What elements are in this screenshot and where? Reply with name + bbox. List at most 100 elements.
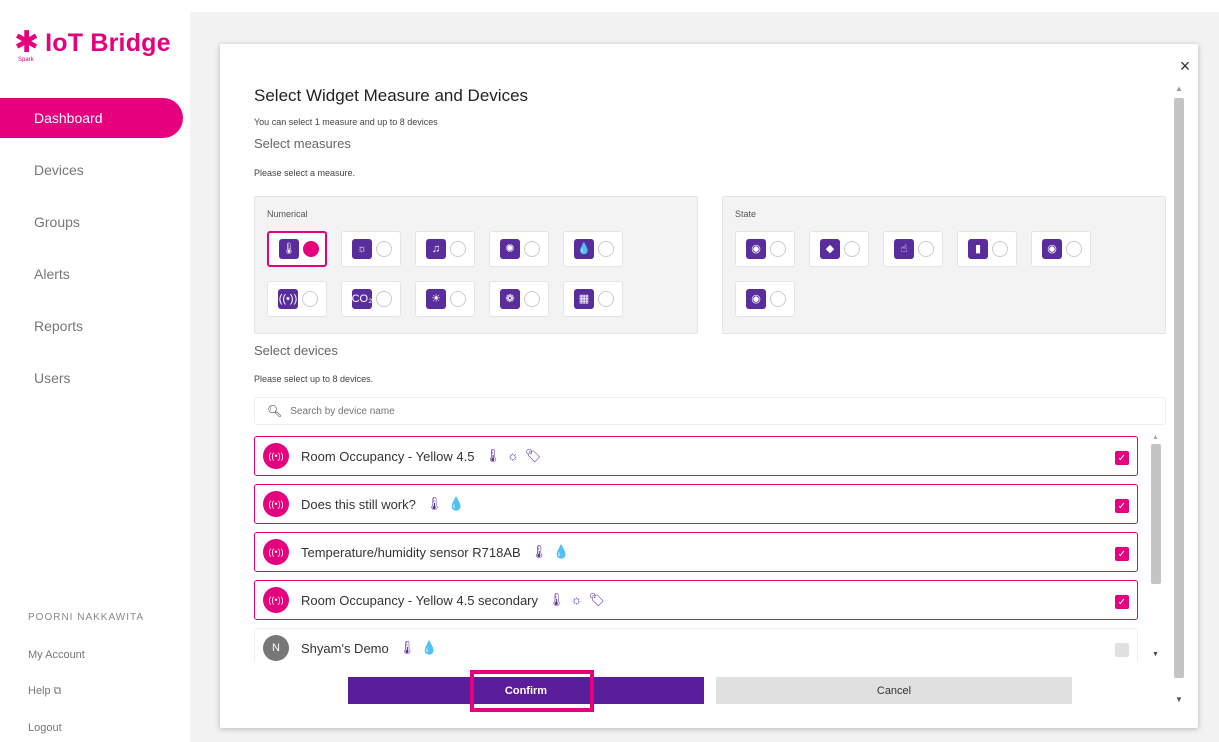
humidity-icon: 💧 <box>574 239 594 259</box>
measure-pressure[interactable]: ▦ <box>563 281 623 317</box>
logout-link[interactable]: Logout <box>28 722 144 734</box>
occupancy-sensor-icon: ((•)) <box>263 587 289 613</box>
sidebar-nav: Dashboard Devices Groups Alerts Reports … <box>0 98 190 410</box>
measure-radio[interactable] <box>844 241 860 257</box>
scroll-up-icon[interactable]: ▲ <box>1152 434 1159 441</box>
device-checkbox[interactable]: ✓ <box>1115 547 1129 561</box>
confirm-button[interactable]: Confirm <box>348 677 704 704</box>
cancel-button[interactable]: Cancel <box>716 677 1072 704</box>
device-checkbox[interactable]: ✓ <box>1115 451 1129 465</box>
thermometer-icon: 🌡 <box>530 544 548 559</box>
measure-toggle-alt[interactable]: ◉ <box>735 281 795 317</box>
measure-air-quality[interactable]: ❁ <box>489 281 549 317</box>
measure-radio[interactable] <box>770 291 786 307</box>
measure-occupancy[interactable]: ((•)) <box>267 281 327 317</box>
sidebar-item-groups[interactable]: Groups <box>0 202 190 242</box>
measure-tag[interactable]: ◆ <box>809 231 869 267</box>
measures-hint: Please select a measure. <box>254 168 356 178</box>
measure-brightness[interactable]: ✺ <box>489 231 549 267</box>
thermometer-icon: 🌡 <box>398 640 416 655</box>
scroll-thumb[interactable] <box>1174 98 1184 678</box>
scroll-down-icon[interactable]: ▼ <box>1152 651 1159 658</box>
device-name: Room Occupancy - Yellow 4.5 <box>301 448 475 464</box>
light-icon: ☼ <box>352 239 372 259</box>
measure-radio[interactable] <box>598 291 614 307</box>
devices-label: Select devices <box>254 343 338 358</box>
sidebar-footer: POORNI NAKKAWITA My Account Help ⧉ Logou… <box>28 612 144 742</box>
measure-co2[interactable]: CO₂ <box>341 281 401 317</box>
measure-thermometer[interactable]: 🌡 <box>267 231 327 267</box>
sidebar-item-reports[interactable]: Reports <box>0 306 190 346</box>
measure-switch[interactable]: ◉ <box>1031 231 1091 267</box>
state-measures-box: State ◉ ◆ ☝ ▮ ◉ ◉ <box>722 196 1166 334</box>
scroll-up-icon[interactable]: ▲ <box>1175 84 1183 93</box>
measure-radio[interactable] <box>992 241 1008 257</box>
device-row[interactable]: N Shyam's Demo 🌡 💧 <box>254 628 1138 662</box>
device-checkbox[interactable] <box>1115 643 1129 657</box>
brightness-icon: ✺ <box>500 239 520 259</box>
measure-radio[interactable] <box>450 291 466 307</box>
measure-door[interactable]: ▮ <box>957 231 1017 267</box>
search-input[interactable] <box>290 405 1151 417</box>
device-checkbox[interactable]: ✓ <box>1115 595 1129 609</box>
device-row[interactable]: ((•)) Room Occupancy - Yellow 4.5 second… <box>254 580 1138 620</box>
toggle-icon: ◉ <box>746 239 766 259</box>
device-row[interactable]: ((•)) Does this still work? 🌡 💧 ✓ <box>254 484 1138 524</box>
measure-lux[interactable]: ☀ <box>415 281 475 317</box>
device-list: ((•)) Room Occupancy - Yellow 4.5 🌡 ☼ 🏷 … <box>254 434 1166 662</box>
close-icon[interactable]: × <box>1176 56 1194 77</box>
thermometer-icon: 🌡 <box>279 239 299 259</box>
modal-scrollbar[interactable]: ▲ ▼ <box>1172 84 1186 704</box>
scroll-thumb[interactable] <box>1151 444 1161 584</box>
app-logo[interactable]: ✱ IoT Bridge <box>14 28 171 58</box>
measure-touch[interactable]: ☝ <box>883 231 943 267</box>
measure-radio[interactable] <box>376 291 392 307</box>
measure-radio[interactable] <box>303 241 319 257</box>
device-name: Room Occupancy - Yellow 4.5 secondary <box>301 592 539 608</box>
device-measure-icons: 🌡 ☼ 🏷 <box>484 448 541 464</box>
measure-radio[interactable] <box>770 241 786 257</box>
measure-sound[interactable]: ♫ <box>415 231 475 267</box>
device-checkbox[interactable]: ✓ <box>1115 499 1129 513</box>
device-name: Does this still work? <box>301 496 416 512</box>
air-quality-icon: ❁ <box>500 289 520 309</box>
help-link[interactable]: Help ⧉ <box>28 685 144 698</box>
tag-icon: 🏷 <box>588 592 605 607</box>
device-search[interactable]: 🔍︎ <box>254 397 1166 425</box>
measure-radio[interactable] <box>918 241 934 257</box>
measure-light[interactable]: ☼ <box>341 231 401 267</box>
door-icon: ▮ <box>968 239 988 259</box>
scroll-down-icon[interactable]: ▼ <box>1175 695 1183 704</box>
occupancy-icon: ((•)) <box>278 289 298 309</box>
device-row[interactable]: ((•)) Temperature/humidity sensor R718AB… <box>254 532 1138 572</box>
measure-radio[interactable] <box>1066 241 1082 257</box>
measure-radio[interactable] <box>524 291 540 307</box>
thermometer-icon: 🌡 <box>548 592 565 607</box>
tag-icon: ◆ <box>820 239 840 259</box>
device-row[interactable]: ((•)) Room Occupancy - Yellow 4.5 🌡 ☼ 🏷 … <box>254 436 1138 476</box>
occupancy-sensor-icon: ((•)) <box>263 539 289 565</box>
measure-radio[interactable] <box>524 241 540 257</box>
search-icon: 🔍︎ <box>267 404 283 418</box>
occupancy-sensor-icon: ((•)) <box>263 443 289 469</box>
sidebar-item-users[interactable]: Users <box>0 358 190 398</box>
my-account-link[interactable]: My Account <box>28 649 144 661</box>
measure-radio[interactable] <box>450 241 466 257</box>
device-measure-icons: 🌡 💧 <box>399 640 438 656</box>
sidebar-item-dashboard[interactable]: Dashboard <box>0 98 183 138</box>
devices-hint: Please select up to 8 devices. <box>254 374 374 384</box>
measure-radio[interactable] <box>302 291 318 307</box>
numerical-measures-box: Numerical 🌡 ☼ ♫ ✺ 💧 ((•)) CO₂ ☀ ❁ ▦ <box>254 196 698 334</box>
humidity-icon: 💧 <box>553 544 570 559</box>
measures-label: Select measures <box>254 136 351 151</box>
measure-humidity[interactable]: 💧 <box>563 231 623 267</box>
measure-toggle[interactable]: ◉ <box>735 231 795 267</box>
measure-radio[interactable] <box>376 241 392 257</box>
user-name: POORNI NAKKAWITA <box>28 612 145 623</box>
device-brand-icon: N <box>263 635 289 661</box>
measure-radio[interactable] <box>598 241 614 257</box>
sidebar-item-devices[interactable]: Devices <box>0 150 190 190</box>
sidebar-item-alerts[interactable]: Alerts <box>0 254 190 294</box>
toggle-alt-icon: ◉ <box>746 289 766 309</box>
device-list-scrollbar[interactable]: ▲ ▼ <box>1149 434 1163 662</box>
